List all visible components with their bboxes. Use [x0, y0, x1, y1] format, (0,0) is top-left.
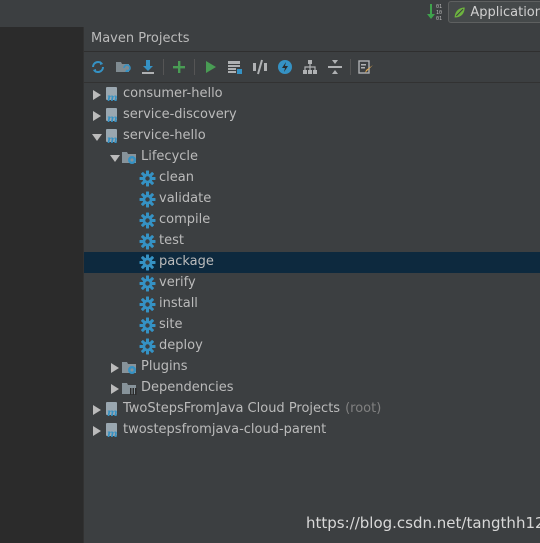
tree-row-label: verify — [159, 275, 196, 290]
tree-row-compile[interactable]: compile — [84, 210, 540, 231]
run-icon[interactable] — [200, 57, 220, 77]
tree-row-site[interactable]: site — [84, 315, 540, 336]
gear-icon — [139, 338, 156, 355]
tree-row-label: deploy — [159, 338, 203, 353]
svg-text:01: 01 — [436, 16, 442, 22]
tree-row-label: Lifecycle — [141, 149, 199, 164]
tree-row-label: test — [159, 233, 184, 248]
download-icon[interactable] — [138, 57, 158, 77]
run-configuration-label: Application — [470, 4, 540, 20]
gear-icon — [139, 170, 156, 187]
gear-icon — [139, 233, 156, 250]
tree-row-lifecycle[interactable]: Lifecycle — [84, 147, 540, 168]
expand-arrow-right-icon[interactable] — [110, 383, 120, 394]
vcs-update-icon[interactable]: 01 10 01 — [426, 2, 444, 22]
generate-sources-icon[interactable] — [113, 57, 133, 77]
tree-row-label: Dependencies — [141, 380, 234, 395]
svg-text:m: m — [107, 429, 118, 439]
tree-row-label: clean — [159, 170, 194, 185]
tree-row-label: Plugins — [141, 359, 188, 374]
tree-row-test[interactable]: test — [84, 231, 540, 252]
settings-icon[interactable] — [356, 57, 376, 77]
expand-arrow-right-icon[interactable] — [92, 425, 102, 436]
tree-row-twostepsfromjava-cloud-projects[interactable]: m TwoStepsFromJava Cloud Projects (root) — [84, 399, 540, 420]
show-dependencies-icon[interactable] — [300, 57, 320, 77]
tree-row-twostepsfromjava-cloud-parent[interactable]: m twostepsfromjava-cloud-parent — [84, 420, 540, 441]
maven-toolbar — [84, 52, 540, 83]
gear-icon — [139, 296, 156, 313]
tree-row-label: TwoStepsFromJava Cloud Projects (root) — [123, 401, 382, 416]
tree-row-clean[interactable]: clean — [84, 168, 540, 189]
tree-row-plugins[interactable]: Plugins — [84, 357, 540, 378]
expand-arrow-right-icon[interactable] — [92, 110, 102, 121]
tree-row-verify[interactable]: verify — [84, 273, 540, 294]
svg-text:m: m — [107, 93, 118, 103]
tree-row-label: install — [159, 296, 198, 311]
tree-row-package[interactable]: package — [84, 252, 540, 273]
expand-arrow-right-icon[interactable] — [92, 89, 102, 100]
toolbar-separator — [194, 59, 195, 75]
tree-row-label: compile — [159, 212, 211, 227]
tree-row-service-discovery[interactable]: m service-discovery — [84, 105, 540, 126]
expand-arrow-down-icon[interactable] — [110, 152, 120, 162]
plugins-folder-icon — [121, 359, 138, 376]
maven-module-icon: m — [104, 128, 121, 146]
tree-row-install[interactable]: install — [84, 294, 540, 315]
svg-text:m: m — [107, 135, 118, 145]
gear-icon — [139, 191, 156, 208]
reimport-icon[interactable] — [88, 57, 108, 77]
gear-icon — [139, 317, 156, 334]
tree-row-label: package — [159, 254, 214, 269]
expand-arrow-right-icon[interactable] — [92, 404, 102, 415]
tree-row-deploy[interactable]: deploy — [84, 336, 540, 357]
tree-row-label: service-discovery — [123, 107, 237, 122]
tree-row-label: validate — [159, 191, 212, 206]
tree-row-validate[interactable]: validate — [84, 189, 540, 210]
svg-text:m: m — [107, 408, 118, 418]
tree-row-label: service-hello — [123, 128, 206, 143]
panel-header: Maven Projects — [84, 27, 540, 52]
expand-arrow-right-icon[interactable] — [110, 362, 120, 373]
toolbar-separator — [350, 59, 351, 75]
dependencies-folder-icon — [121, 380, 138, 397]
collapse-all-icon[interactable] — [325, 57, 345, 77]
maven-module-icon: m — [104, 107, 121, 125]
gear-icon — [139, 254, 156, 271]
toolbar-separator — [163, 59, 164, 75]
spring-boot-icon — [454, 6, 465, 18]
run-configurations-icon[interactable] — [225, 57, 245, 77]
toggle-offline-icon[interactable] — [250, 57, 270, 77]
gear-icon — [139, 275, 156, 292]
expand-arrow-down-icon[interactable] — [92, 131, 102, 141]
tree-row-label: site — [159, 317, 183, 332]
watermark: https://blog.csdn.net/tangthh123 — [306, 514, 540, 532]
lifecycle-folder-icon — [121, 149, 138, 166]
panel-title: Maven Projects — [91, 31, 190, 46]
editor-area — [0, 27, 83, 543]
run-configuration-selector[interactable]: Application — [448, 1, 540, 23]
maven-module-icon: m — [104, 401, 121, 419]
tree-row-service-hello[interactable]: m service-hello — [84, 126, 540, 147]
maven-projects-panel: Maven Projects m consumer-hello m servic… — [83, 27, 540, 543]
add-project-icon[interactable] — [169, 57, 189, 77]
tree-row-label: consumer-hello — [123, 86, 223, 101]
top-toolbar: 01 10 01 Application — [0, 0, 540, 27]
tree-row-suffix: (root) — [345, 401, 382, 416]
maven-module-icon: m — [104, 86, 121, 104]
tree-row-label: twostepsfromjava-cloud-parent — [123, 422, 327, 437]
skip-tests-icon[interactable] — [275, 57, 295, 77]
tree-row-consumer-hello[interactable]: m consumer-hello — [84, 84, 540, 105]
gear-icon — [139, 212, 156, 229]
tree-row-dependencies[interactable]: Dependencies — [84, 378, 540, 399]
maven-module-icon: m — [104, 422, 121, 440]
svg-text:m: m — [107, 114, 118, 124]
